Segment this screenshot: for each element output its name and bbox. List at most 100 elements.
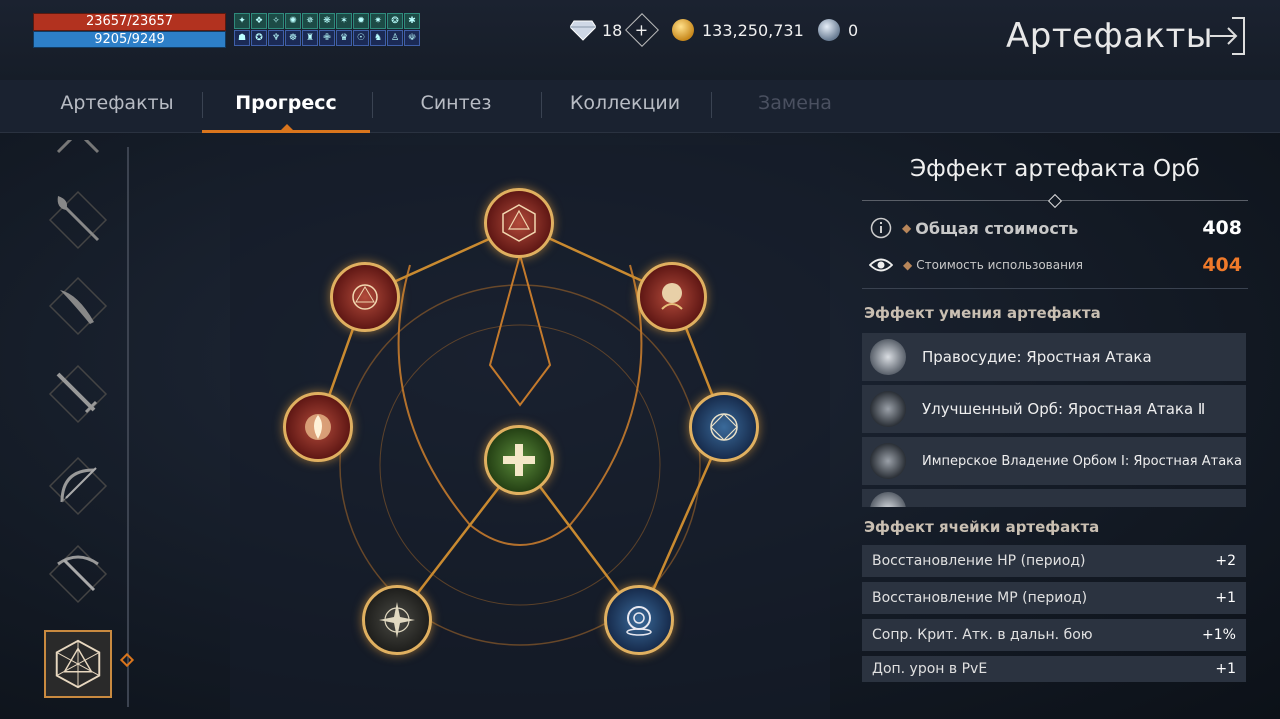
cell-effect-label: Восстановление MP (период) — [872, 590, 1088, 606]
buff-icon[interactable]: ☉ — [353, 30, 369, 46]
page-title: Артефакты — [1006, 16, 1214, 56]
buff-icon[interactable]: ✱ — [404, 13, 420, 29]
cell-effect-row[interactable]: Восстановление MP (период) +1 — [862, 582, 1246, 614]
skill-item-partial[interactable] — [862, 489, 1246, 507]
cell-effect-value: +1 — [1215, 590, 1236, 606]
buff-icon[interactable]: ☫ — [404, 30, 420, 46]
cell-effect-value: +1% — [1202, 627, 1236, 643]
add-diamonds-button[interactable]: + — [625, 13, 660, 47]
crossbow-icon — [48, 544, 108, 604]
weapon-orb-selected[interactable] — [44, 630, 112, 698]
sun-rune-icon — [352, 284, 378, 310]
buff-icon[interactable]: ❋ — [319, 13, 335, 29]
cell-section-title: Эффект ячейки артефакта — [864, 518, 1100, 536]
compass-rune-icon — [502, 204, 536, 242]
cell-effect-value: +1 — [1215, 661, 1236, 677]
buff-icon[interactable]: ✹ — [353, 13, 369, 29]
buff-icon[interactable]: ✧ — [268, 13, 284, 29]
buff-icon[interactable]: ✪ — [251, 30, 267, 46]
artifact-node-right-upper[interactable] — [637, 262, 707, 332]
weapon-crossbow[interactable] — [44, 540, 112, 608]
weapon-bow[interactable] — [44, 452, 112, 520]
buff-icon[interactable]: ♛ — [336, 30, 352, 46]
artifact-effect-panel: Эффект артефакта Орб ◆ Общая стоимость 4… — [862, 140, 1248, 685]
skill-label: Имперское Владение Орбом Ⅰ: Яростная Ата… — [922, 453, 1242, 469]
diamond-icon — [570, 20, 596, 41]
tab-bar: Артефакты Прогресс Синтез Коллекции Заме… — [0, 80, 1280, 133]
artifact-node-bottom-right[interactable] — [604, 585, 674, 655]
weapon-list-scrollbar[interactable] — [127, 147, 129, 707]
buff-icon[interactable]: ❂ — [387, 13, 403, 29]
buff-icon[interactable]: ✷ — [370, 13, 386, 29]
total-cost-row: ◆ Общая стоимость 408 — [862, 212, 1248, 244]
skill-icon — [870, 492, 906, 507]
active-tab-caret — [281, 124, 293, 130]
skill-item[interactable]: Правосудие: Яростная Атака — [862, 333, 1246, 381]
buff-icon[interactable]: ✙ — [319, 30, 335, 46]
skill-item[interactable]: Улучшенный Орб: Яростная Атака Ⅱ — [862, 385, 1246, 433]
buff-icon[interactable]: ♆ — [268, 30, 284, 46]
buff-icon[interactable]: ❖ — [251, 13, 267, 29]
buff-icon[interactable]: ☗ — [234, 30, 250, 46]
cell-effect-row[interactable]: Сопр. Крит. Атк. в дальн. бою +1% — [862, 619, 1246, 651]
weapon-halberd[interactable] — [44, 186, 112, 254]
eye-icon[interactable] — [869, 256, 893, 274]
selected-weapon-marker — [119, 652, 135, 668]
total-cost-label: Общая стоимость — [915, 218, 1079, 238]
spiral-orb-icon — [626, 606, 652, 636]
buff-icon[interactable]: ✦ — [234, 13, 250, 29]
skill-section-title: Эффект умения артефакта — [864, 304, 1101, 322]
bow-icon — [48, 456, 108, 516]
staff-icon — [56, 140, 100, 154]
artifact-node-right-lower[interactable] — [689, 392, 759, 462]
tab-artifacts[interactable]: Артефакты — [33, 92, 201, 114]
usage-cost-label: Стоимость использования — [916, 258, 1083, 272]
tab-progress[interactable]: Прогресс — [202, 92, 370, 114]
gold-currency: 133,250,731 — [672, 18, 804, 42]
artifact-node-top[interactable] — [484, 188, 554, 258]
artifact-node-center[interactable] — [484, 425, 554, 495]
buff-icon[interactable]: ♙ — [387, 30, 403, 46]
sword-icon — [48, 364, 108, 424]
artifact-node-left-lower[interactable] — [283, 392, 353, 462]
cost-gem-icon: ◆ — [902, 221, 912, 235]
weapon-sword[interactable] — [44, 360, 112, 428]
usage-cost-row: ◆ Стоимость использования 404 — [862, 249, 1248, 281]
hp-bar: 23657/23657 — [33, 13, 226, 31]
cell-effect-value: +2 — [1215, 553, 1236, 569]
weapon-staff[interactable] — [44, 140, 112, 164]
artifact-node-left-upper[interactable] — [330, 262, 400, 332]
silver-count: 0 — [848, 20, 859, 40]
artifact-node-bottom-left[interactable] — [362, 585, 432, 655]
skill-label: Улучшенный Орб: Яростная Атака Ⅱ — [922, 400, 1206, 418]
buff-icon[interactable]: ♜ — [302, 30, 318, 46]
mp-bar: 9205/9249 — [33, 31, 226, 48]
buff-icon[interactable]: ☸ — [285, 30, 301, 46]
usage-cost-value: 404 — [1202, 254, 1242, 276]
imperial-orb-icon — [870, 443, 906, 479]
skill-item[interactable]: Имперское Владение Орбом Ⅰ: Яростная Ата… — [862, 437, 1246, 485]
gold-coin-icon — [672, 19, 694, 41]
exit-icon[interactable] — [1208, 16, 1248, 56]
info-icon[interactable] — [870, 217, 892, 239]
halberd-icon — [48, 190, 108, 250]
cell-effect-row[interactable]: Доп. урон в PvE +1 — [862, 656, 1246, 682]
buff-icon[interactable]: ♞ — [370, 30, 386, 46]
divider-diamond-icon — [1047, 193, 1063, 209]
weapon-dagger[interactable] — [44, 272, 112, 340]
tab-synthesis[interactable]: Синтез — [372, 92, 540, 114]
enhanced-orb-icon — [870, 391, 906, 427]
cell-effect-label: Доп. урон в PvE — [872, 661, 988, 677]
diamond-currency: 18 + — [570, 13, 660, 47]
buff-icon[interactable]: ✵ — [302, 13, 318, 29]
total-cost-value: 408 — [1202, 217, 1242, 239]
cell-effect-row[interactable]: Восстановление HP (период) +2 — [862, 545, 1246, 577]
silver-coin-icon — [818, 19, 840, 41]
tab-collections[interactable]: Коллекции — [541, 92, 709, 114]
panel-title: Эффект артефакта Орб — [910, 156, 1200, 182]
plus-icon: + — [635, 20, 650, 40]
skill-label: Правосудие: Яростная Атака — [922, 348, 1152, 366]
gold-count: 133,250,731 — [702, 20, 804, 40]
buff-icon[interactable]: ✶ — [336, 13, 352, 29]
buff-icon[interactable]: ✺ — [285, 13, 301, 29]
